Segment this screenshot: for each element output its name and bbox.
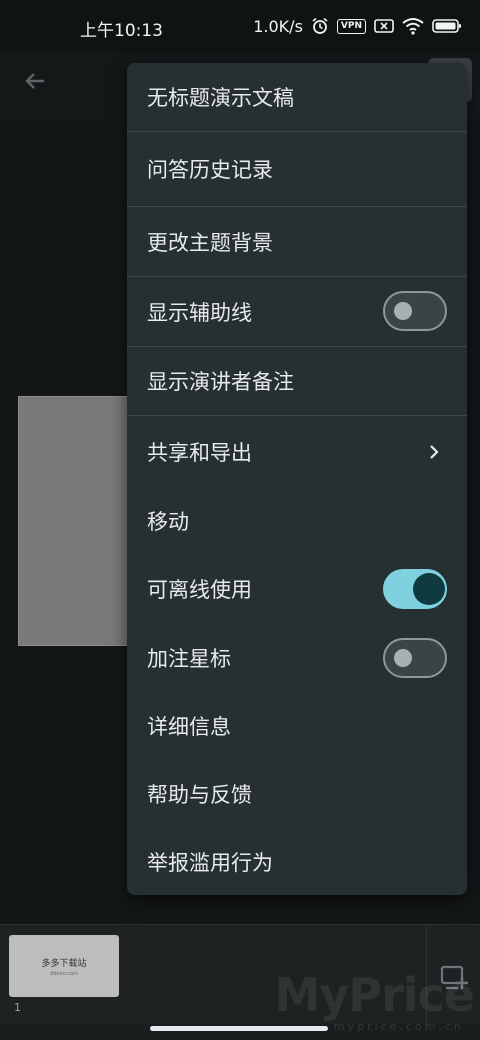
- network-speed: 1.0K/s: [253, 16, 303, 36]
- status-icons: 1.0K/s VPN: [253, 14, 462, 38]
- menu-item-qa-history[interactable]: 问答历史记录: [127, 132, 467, 206]
- menu-item-label: 移动: [147, 510, 189, 534]
- watermark-logo: MyPrice: [274, 968, 475, 1022]
- menu-item-details[interactable]: 详细信息: [127, 692, 467, 760]
- thumbnail-subtitle: ddooo.com: [50, 970, 78, 977]
- menu-item-label: 加注星标: [147, 647, 231, 671]
- chevron-right-icon: [430, 445, 439, 459]
- back-button[interactable]: [18, 64, 52, 98]
- menu-item-report-abuse[interactable]: 举报滥用行为: [127, 828, 467, 895]
- menu-item-label: 可离线使用: [147, 578, 252, 602]
- menu-item-label: 举报滥用行为: [147, 850, 273, 875]
- available-offline-toggle[interactable]: [383, 569, 447, 609]
- menu-item-label: 显示辅助线: [147, 300, 252, 325]
- menu-item-available-offline[interactable]: 可离线使用: [127, 554, 467, 624]
- toggle-knob: [394, 649, 412, 667]
- wifi-icon: [402, 18, 424, 35]
- document-title: 无标题演示文稿: [147, 86, 294, 110]
- menu-item-star[interactable]: 加注星标: [127, 624, 467, 692]
- menu-item-move[interactable]: 移动: [127, 488, 467, 554]
- home-indicator[interactable]: [150, 1026, 328, 1031]
- menu-item-help-feedback[interactable]: 帮助与反馈: [127, 760, 467, 828]
- alarm-icon: [312, 17, 328, 34]
- menu-item-label: 帮助与反馈: [147, 783, 252, 807]
- toggle-knob: [394, 302, 412, 320]
- menu-item-change-theme[interactable]: 更改主题背景: [127, 207, 467, 276]
- status-bar: 上午10:13 1.0K/s VPN: [0, 0, 480, 52]
- arrow-left-icon: [25, 73, 44, 89]
- battery-icon: [432, 19, 461, 33]
- menu-item-label: 问答历史记录: [147, 158, 273, 182]
- watermark-url: myprice.com.cn: [333, 1020, 464, 1033]
- no-sim-icon: [374, 19, 394, 33]
- menu-item-speaker-notes[interactable]: 显示演讲者备注: [127, 347, 467, 415]
- menu-item-show-guides[interactable]: 显示辅助线: [127, 277, 467, 346]
- menu-item-label: 显示演讲者备注: [147, 370, 294, 394]
- slide-preview[interactable]: [18, 396, 138, 646]
- toggle-knob: [413, 573, 445, 605]
- show-guides-toggle[interactable]: [383, 291, 447, 331]
- menu-title-document[interactable]: 无标题演示文稿: [127, 63, 467, 131]
- menu-item-label: 更改主题背景: [147, 230, 273, 255]
- menu-item-label: 共享和导出: [147, 441, 252, 465]
- menu-item-label: 详细信息: [147, 715, 231, 739]
- status-time: 上午10:13: [80, 21, 163, 41]
- vpn-icon: VPN: [336, 18, 366, 34]
- star-toggle[interactable]: [383, 638, 447, 678]
- menu-item-share-export[interactable]: 共享和导出: [127, 416, 467, 488]
- overflow-menu: 无标题演示文稿 问答历史记录 更改主题背景 显示辅助线 显示演讲者备注 共享和导…: [127, 63, 467, 895]
- slide-thumbnail[interactable]: 多多下载站 ddooo.com: [9, 935, 119, 997]
- slide-number: 1: [14, 1001, 21, 1014]
- thumbnail-title: 多多下载站: [41, 958, 87, 969]
